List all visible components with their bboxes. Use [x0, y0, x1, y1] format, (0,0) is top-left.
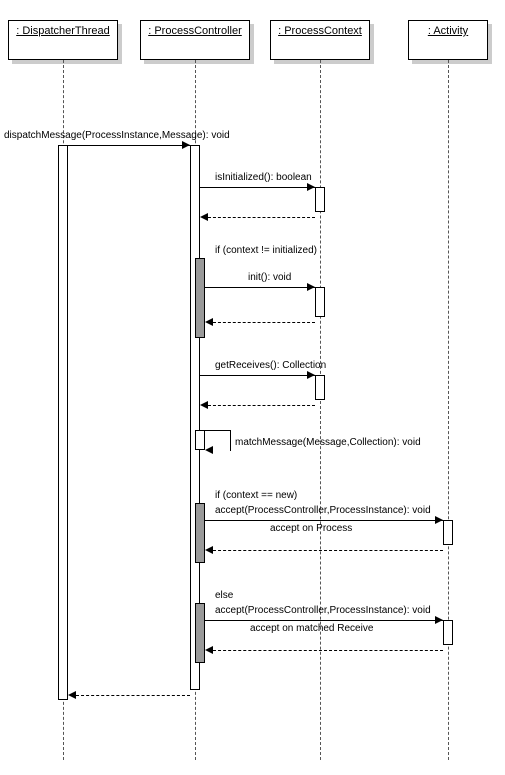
- guard-else: else: [215, 590, 233, 601]
- lifeline-label: : ProcessContext: [278, 25, 362, 37]
- activation-context-1: [315, 187, 325, 212]
- arrow-icon: [205, 318, 213, 326]
- activation-context-3: [315, 375, 325, 400]
- lifeline-activity: [448, 60, 449, 760]
- arrow-icon: [307, 371, 315, 379]
- guard-new: if (context == new): [215, 490, 297, 501]
- return-accept2: [213, 650, 443, 651]
- msg-accept1-line: [205, 520, 443, 521]
- msg-getreceives-line: [200, 375, 315, 376]
- lifeline-head-controller: : ProcessController: [140, 20, 250, 60]
- return-getreceives: [208, 405, 315, 406]
- activation-activity-1: [443, 520, 453, 545]
- msg-accept1-label: accept(ProcessController,ProcessInstance…: [215, 505, 431, 516]
- guard-not-init: if (context != initialized): [215, 245, 317, 256]
- lifeline-label: : ProcessController: [148, 25, 242, 37]
- arrow-icon: [435, 616, 443, 624]
- lifeline-label: : DispatcherThread: [16, 25, 110, 37]
- arrow-icon: [205, 646, 213, 654]
- arrow-icon: [307, 283, 315, 291]
- msg-dispatch-label: dispatchMessage(ProcessInstance,Message)…: [4, 130, 230, 141]
- sequence-diagram: : DispatcherThread : ProcessController :…: [0, 0, 505, 775]
- lifeline-head-dispatcher: : DispatcherThread: [8, 20, 118, 60]
- msg-accept1-note: accept on Process: [270, 523, 352, 534]
- activation-controller-self: [195, 430, 205, 450]
- msg-accept2-note: accept on matched Receive: [250, 623, 373, 634]
- arrow-icon: [435, 516, 443, 524]
- msg-dispatch-line: [68, 145, 190, 146]
- return-dispatch: [76, 695, 190, 696]
- arrow-icon: [182, 141, 190, 149]
- lifeline-head-context: : ProcessContext: [270, 20, 370, 60]
- msg-isinitialized-label: isInitialized(): boolean: [215, 172, 312, 183]
- activation-controller-nested-3: [195, 603, 205, 663]
- arrow-icon: [205, 446, 213, 454]
- msg-accept2-label: accept(ProcessController,ProcessInstance…: [215, 605, 431, 616]
- arrow-icon: [205, 546, 213, 554]
- msg-getreceives-label: getReceives(): Collection: [215, 360, 326, 371]
- msg-accept2-line: [205, 620, 443, 621]
- activation-controller-nested-1: [195, 258, 205, 338]
- lifeline-head-activity: : Activity: [408, 20, 488, 60]
- msg-init-label: init(): void: [248, 272, 291, 283]
- arrow-icon: [307, 183, 315, 191]
- activation-activity-2: [443, 620, 453, 645]
- activation-context-2: [315, 287, 325, 317]
- lifeline-label: : Activity: [428, 25, 468, 37]
- arrow-icon: [200, 401, 208, 409]
- arrow-icon: [68, 691, 76, 699]
- activation-dispatcher: [58, 145, 68, 700]
- msg-init-line: [205, 287, 315, 288]
- activation-controller-nested-2: [195, 503, 205, 563]
- arrow-icon: [200, 213, 208, 221]
- return-isinitialized: [208, 217, 315, 218]
- msg-matchmessage-label: matchMessage(Message,Collection): void: [235, 437, 421, 448]
- return-init: [213, 322, 315, 323]
- return-accept1: [213, 550, 443, 551]
- lifeline-context: [320, 60, 321, 760]
- msg-isinitialized-line: [200, 187, 315, 188]
